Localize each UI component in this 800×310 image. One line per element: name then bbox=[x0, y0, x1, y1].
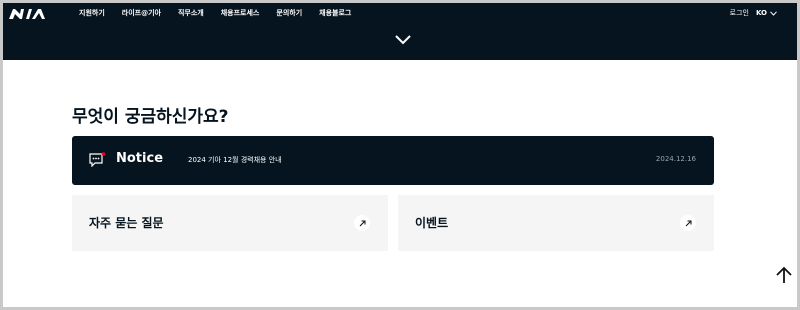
chevron-down-icon bbox=[770, 10, 777, 16]
language-selector[interactable]: KO bbox=[756, 3, 777, 23]
main-nav: 지원하기 라이프@기아 직무소개 채용프로세스 문의하기 채용블로그 bbox=[79, 3, 368, 23]
notice-label: Notice bbox=[116, 151, 164, 166]
nav-item-blog[interactable]: 채용블로그 bbox=[319, 8, 351, 18]
nav-expand-chevron-icon[interactable] bbox=[393, 32, 413, 48]
login-link[interactable]: 로그인 bbox=[730, 3, 749, 23]
arrow-up-right-icon bbox=[680, 215, 696, 231]
kia-logo[interactable] bbox=[7, 7, 47, 21]
notice-date: 2024.12.16 bbox=[655, 155, 696, 163]
faq-card[interactable]: 자주 묻는 질문 bbox=[72, 195, 388, 251]
event-card-label: 이벤트 bbox=[415, 216, 449, 230]
nav-item-jobs[interactable]: 직무소개 bbox=[178, 8, 204, 18]
faq-card-label: 자주 묻는 질문 bbox=[89, 216, 164, 230]
faq-section-title: 무엇이 궁금하신가요? bbox=[72, 107, 229, 127]
arrow-up-right-icon bbox=[354, 215, 370, 231]
nav-item-process[interactable]: 채용프로세스 bbox=[221, 8, 260, 18]
event-card[interactable]: 이벤트 bbox=[398, 195, 714, 251]
top-header: 지원하기 라이프@기아 직무소개 채용프로세스 문의하기 채용블로그 로그인 K… bbox=[3, 3, 797, 60]
notice-title[interactable]: 2024 기아 12월 경력채용 안내 bbox=[188, 155, 282, 165]
nav-item-apply[interactable]: 지원하기 bbox=[79, 8, 105, 18]
nav-item-life-at-kia[interactable]: 라이프@기아 bbox=[122, 8, 161, 18]
nav-item-contact[interactable]: 문의하기 bbox=[276, 8, 302, 18]
scroll-to-top-arrow-icon[interactable] bbox=[774, 265, 794, 285]
chat-bubble-icon bbox=[89, 152, 106, 167]
language-label: KO bbox=[755, 9, 767, 17]
notice-banner[interactable]: Notice 2024 기아 12월 경력채용 안내 2024.12.16 bbox=[72, 136, 714, 185]
